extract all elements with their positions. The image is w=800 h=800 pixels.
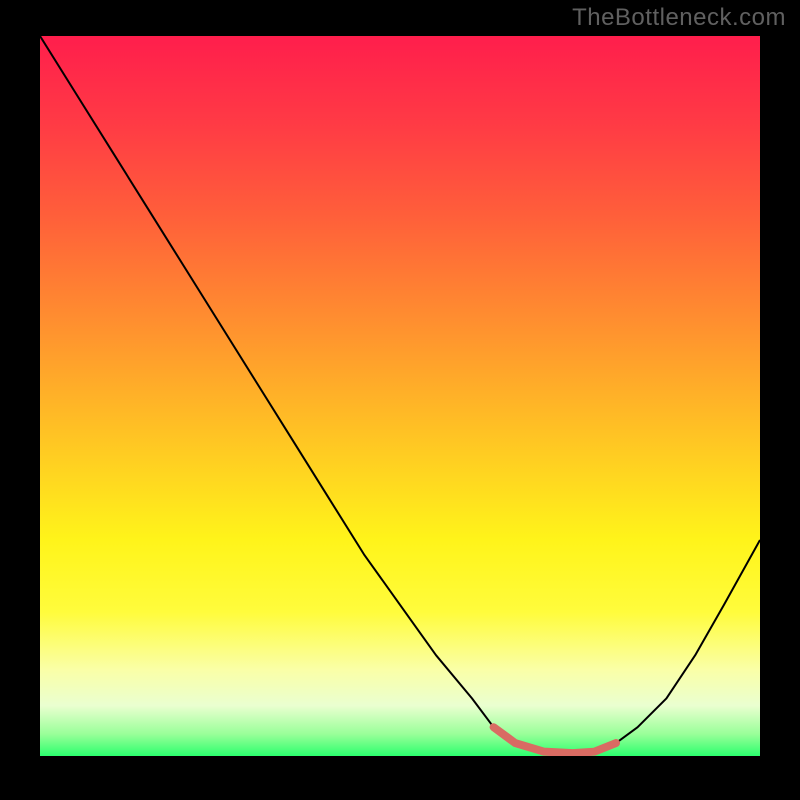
plot-area bbox=[40, 36, 760, 756]
watermark-text: TheBottleneck.com bbox=[572, 4, 786, 32]
gradient-background bbox=[40, 36, 760, 756]
chart-container: TheBottleneck.com bbox=[0, 0, 800, 800]
chart-svg bbox=[40, 36, 760, 756]
